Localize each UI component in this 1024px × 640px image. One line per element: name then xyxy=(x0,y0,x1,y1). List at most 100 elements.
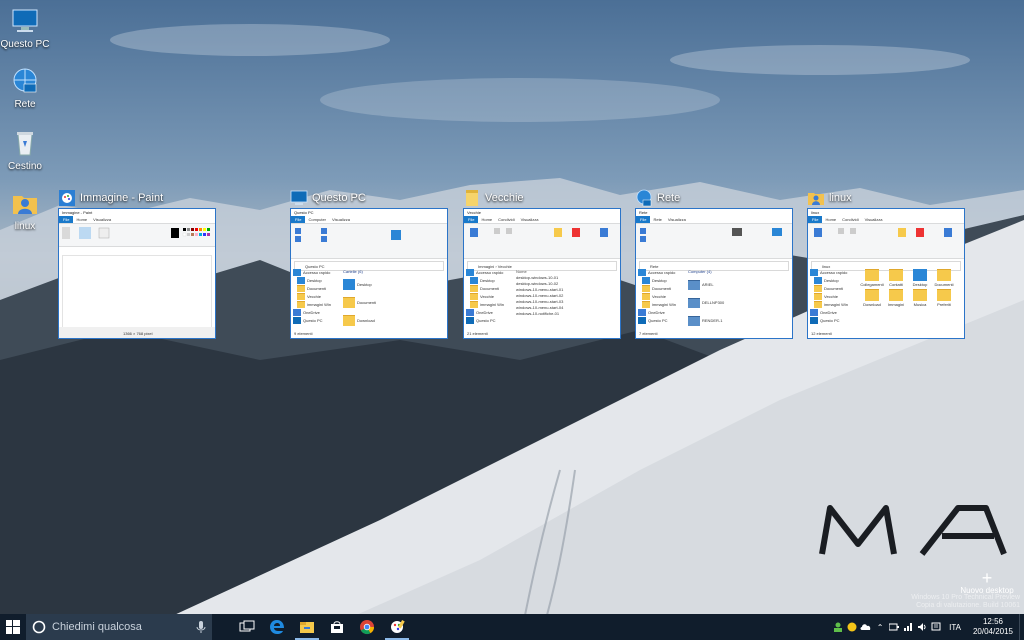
task-view-icon xyxy=(239,620,255,632)
desktop-icon-label: Questo PC xyxy=(0,39,50,50)
taskbar-app-file-explorer[interactable] xyxy=(292,614,322,640)
content-pane: Cartelle (6) Desktop Documenti Download xyxy=(343,269,441,330)
paint-palette-icon xyxy=(62,227,210,239)
tray-language[interactable]: ITA xyxy=(943,623,967,632)
paint-ribbon xyxy=(59,223,215,247)
network-window-icon xyxy=(636,189,652,207)
tray-norton-icon[interactable] xyxy=(845,614,859,640)
tray-network-icon[interactable] xyxy=(901,614,915,640)
paint-icon xyxy=(59,190,75,206)
window-inner-title: Questo PC xyxy=(294,210,314,215)
ribbon-tab: File xyxy=(636,216,651,223)
explorer-ribbon xyxy=(808,223,964,259)
content-pane: Nome desktop-windows-10-01 desktop-windo… xyxy=(516,269,564,316)
tray-onedrive-icon[interactable] xyxy=(859,614,873,640)
ribbon-tab: Condividi xyxy=(842,217,859,222)
desktop-icon-rete[interactable]: Rete xyxy=(0,66,50,110)
window-preview: Questo PC File Computer Visualizza Questo … xyxy=(290,208,448,339)
task-view-window-title: Rete xyxy=(635,188,797,208)
ribbon-tab: Rete xyxy=(653,217,662,222)
navigation-pane: Accesso rapido Desktop Documenti Vecchie… xyxy=(638,269,686,325)
desktop-icon-linux[interactable]: linux xyxy=(0,188,50,232)
ribbon-tab: Home xyxy=(825,217,837,222)
taskbar-app-chrome[interactable] xyxy=(352,614,382,640)
task-view-button[interactable] xyxy=(232,614,262,640)
new-desktop-button[interactable]: + Nuovo desktop xyxy=(958,569,1016,595)
paint-canvas xyxy=(62,255,212,329)
window-inner-title: Vecchie xyxy=(467,210,482,215)
ribbon-tab: File xyxy=(59,216,74,223)
desktop-icon-label: Cestino xyxy=(8,161,42,172)
content-pane: Collegamenti Contatti Desktop Documenti … xyxy=(860,269,958,307)
taskbar-app-paint[interactable] xyxy=(382,614,412,640)
task-view-window-paint[interactable]: Immagine - Paint Immagine - Paint File Ho… xyxy=(58,188,220,339)
user-folder-window-icon xyxy=(808,193,824,205)
tray-power-icon[interactable] xyxy=(887,614,901,640)
navigation-pane: Accesso rapido Desktop Documenti Vecchie… xyxy=(293,269,341,325)
tray-people-icon[interactable] xyxy=(831,614,845,640)
ribbon-tab: Home xyxy=(481,217,493,222)
tray-clock[interactable]: 12:56 20/04/2015 xyxy=(967,617,1019,637)
search-placeholder: Chiedimi qualcosa xyxy=(52,621,142,633)
tray-chevron-up-icon[interactable]: ⌃ xyxy=(873,614,887,640)
cortana-icon xyxy=(32,620,46,634)
taskbar-app-store[interactable] xyxy=(322,614,352,640)
navigation-pane: Accesso rapido Desktop Documenti Vecchie… xyxy=(466,269,514,325)
ribbon-tab: Visualizza xyxy=(93,217,112,222)
ribbon-tab: Visualizza xyxy=(667,217,686,222)
window-inner-title: linux xyxy=(811,210,820,215)
desktop-icon-cestino[interactable]: Cestino xyxy=(0,128,50,172)
ma-logo xyxy=(819,505,1007,556)
ribbon-tab: Condividi xyxy=(498,217,515,222)
task-view-window-linux[interactable]: linux linux File Home Condividi Visualizza … xyxy=(807,188,969,339)
window-preview: Vecchie File Home Condividi Visualizza Imma… xyxy=(463,208,621,339)
explorer-ribbon xyxy=(636,223,792,259)
ribbon-icons xyxy=(295,228,401,242)
windows-logo-icon xyxy=(6,620,20,634)
ribbon-icons xyxy=(640,228,782,242)
ribbon-tab: Home xyxy=(76,217,88,222)
status-bar: 12 elementi xyxy=(811,331,832,336)
tray-action-center-icon[interactable] xyxy=(929,614,943,640)
folder-icon xyxy=(466,190,478,206)
window-preview: Immagine - Paint File Home Visualizza 1366… xyxy=(58,208,216,339)
task-view-window-title: Immagine - Paint xyxy=(58,188,220,208)
search-box[interactable]: Chiedimi qualcosa xyxy=(26,614,212,640)
window-inner-title: Immagine - Paint xyxy=(62,210,93,215)
network-icon xyxy=(13,68,37,93)
store-icon xyxy=(331,621,343,633)
tray-volume-icon[interactable] xyxy=(915,614,929,640)
navigation-pane: Accesso rapido Desktop Documenti Vecchie… xyxy=(810,269,858,325)
desktop-icon-label: Rete xyxy=(14,99,36,110)
taskbar-app-edge[interactable] xyxy=(262,614,292,640)
task-view-window-questo-pc[interactable]: Questo PC Questo PC File Computer Visualiz… xyxy=(290,188,452,339)
ribbon-tab: File xyxy=(464,216,479,223)
show-desktop-button[interactable] xyxy=(1019,614,1024,640)
start-button[interactable] xyxy=(0,614,26,640)
system-tray: ⌃ ITA 12:56 20/04/2015 xyxy=(831,614,1024,640)
recycle-bin-icon xyxy=(17,132,33,156)
ribbon-icons xyxy=(470,228,608,237)
task-view-window-rete[interactable]: Rete Rete File Rete Visualizza Rete Access… xyxy=(635,188,797,339)
paint-icon xyxy=(391,620,405,633)
window-inner-title: Rete xyxy=(639,210,648,215)
task-view-window-title: linux xyxy=(807,188,969,208)
desktop-icon-questo-pc[interactable]: Questo PC xyxy=(0,6,50,50)
ribbon-tab: File xyxy=(291,216,306,223)
task-view-window-title: Vecchie xyxy=(463,188,625,208)
chrome-icon xyxy=(360,620,375,635)
task-view-window-title: Questo PC xyxy=(290,188,452,208)
user-folder-icon xyxy=(13,196,37,214)
ribbon-tab: Visualizza xyxy=(332,217,350,222)
window-preview: linux File Home Condividi Visualizza linux … xyxy=(807,208,965,339)
ribbon-tab: Visualizza xyxy=(520,217,539,222)
task-view-window-vecchie[interactable]: Vecchie Vecchie File Home Condividi Visuali… xyxy=(463,188,625,339)
taskbar: Chiedimi qualcosa ⌃ ITA 12:56 20/04/2015 xyxy=(0,614,1024,640)
microphone-icon[interactable] xyxy=(196,620,206,634)
file-explorer-icon xyxy=(300,622,314,633)
computer-icon xyxy=(12,9,38,32)
content-pane: Computer (4) ARIEL DELLNP300 RENDER-1 xyxy=(688,269,786,330)
paint-status-text: 1366 × 768 pixel xyxy=(123,331,153,336)
status-bar: 9 elementi xyxy=(294,331,313,336)
build-watermark: Windows 10 Pro Technical Preview Copia d… xyxy=(911,594,1020,609)
